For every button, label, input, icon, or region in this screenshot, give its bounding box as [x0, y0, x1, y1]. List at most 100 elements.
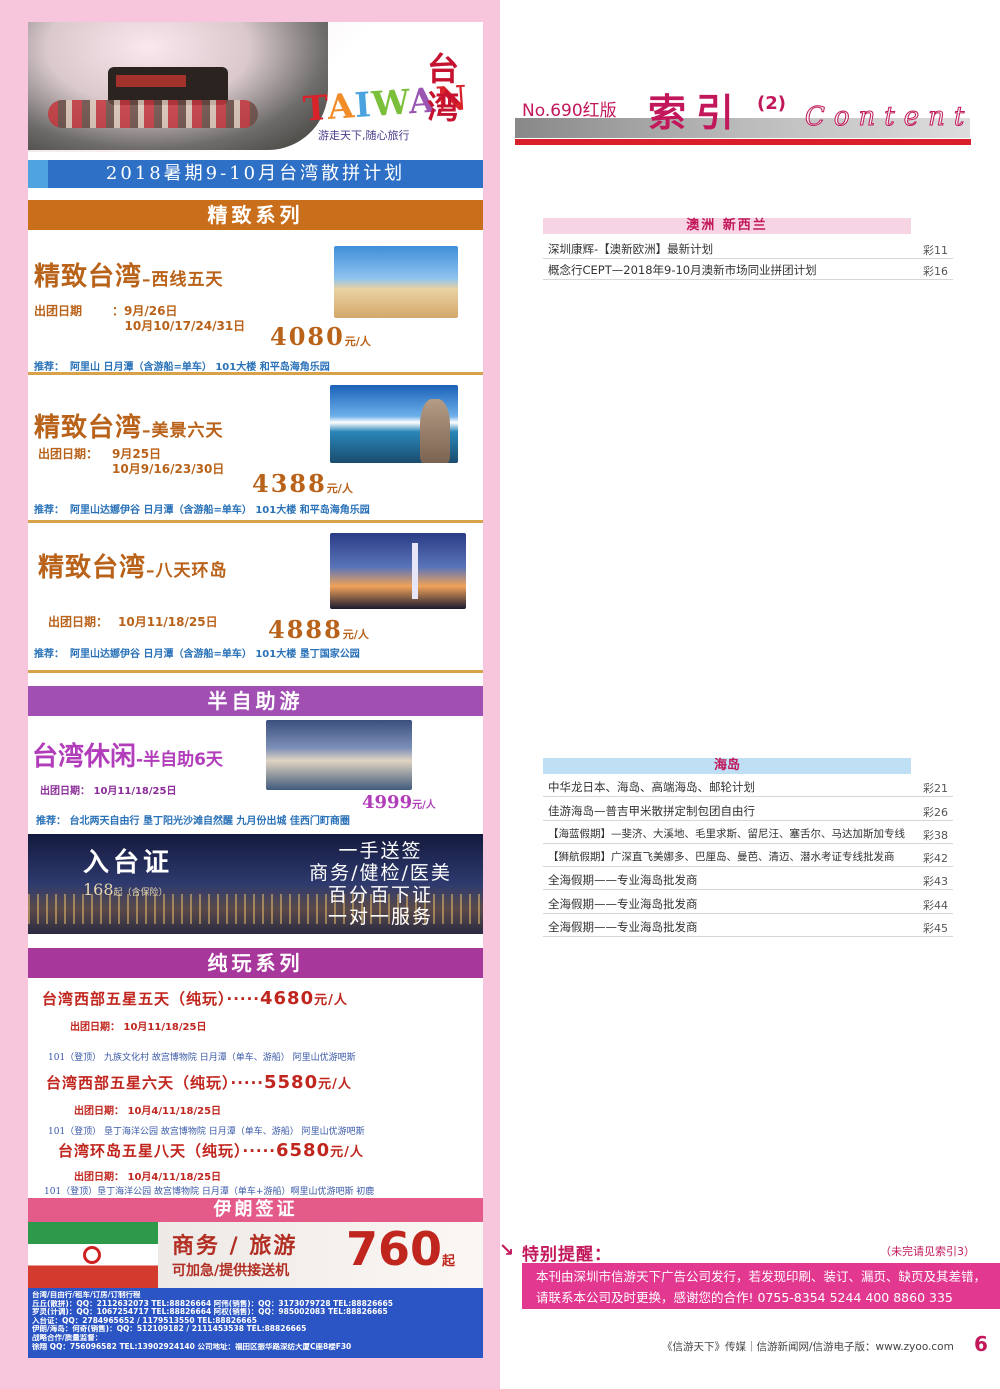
crowd-image: [48, 100, 258, 128]
tour-card-island-eight[interactable]: 精致台湾–八天环岛 出团日期： 10月11/18/25日 4888元/人 推荐：…: [28, 523, 483, 673]
iran-visa-offer[interactable]: 商务 / 旅游 可加急/提供接送机 760起: [158, 1222, 483, 1288]
contact-line: 罗灵(计调)：QQ：1067254717 TEL:88826664 阿权(销售)…: [32, 1308, 388, 1317]
tour-date-label: 出团日期：: [38, 447, 99, 461]
index-row[interactable]: 概念行CEPT—2018年9-10月澳新市场同业拼团计划 彩16: [543, 259, 953, 280]
permit-price: 168起（含保险）: [83, 880, 168, 899]
index-row-text: 全海假期——专业海岛批发商: [548, 873, 698, 887]
pure-tour-title[interactable]: 台湾西部五星五天（纯玩）·····4680元/人: [42, 988, 348, 1009]
notice-line: 本刊由深圳市信游天下广告公司发行，若发现印刷、装订、漏页、缺页及其差错，: [536, 1269, 987, 1284]
index-row-page: 彩42: [923, 852, 948, 865]
tour-card-scenic-six[interactable]: 精致台湾–美景六天 出团日期： 9月25日 10月9/16/23/30日 438…: [28, 375, 483, 523]
content-word: Content: [804, 102, 974, 133]
permit-title: 入台证: [83, 848, 174, 878]
leisure-dates: 出团日期： 10月11/18/25日: [40, 786, 177, 797]
index-title: 索引: [648, 91, 745, 135]
pure-tour-date: 出团日期： 10月11/18/25日: [70, 1022, 207, 1033]
beach-photo: [334, 246, 458, 318]
permit-service-line: 商务/健检/医美: [309, 862, 452, 884]
page-number: 6: [974, 1332, 988, 1356]
tour-card-leisure[interactable]: 台湾休闲-半自助6天 出团日期： 10月11/18/25日 4999元/人 推荐…: [28, 716, 483, 834]
index-row[interactable]: 全海假期——专业海岛批发商 彩44: [543, 893, 953, 914]
category-islands: 海岛: [543, 758, 911, 774]
index-row[interactable]: 全海假期——专业海岛批发商 彩43: [543, 869, 953, 890]
iran-visa-type: 商务 / 旅游: [172, 1234, 298, 1259]
permit-services: 一手送签 商务/健检/医美 百分百下证 一对一服务: [288, 840, 473, 928]
category-australia-nz: 澳洲 新西兰: [543, 218, 911, 234]
plan-title: 2018暑期9-10月台湾散拼计划: [28, 160, 483, 188]
contact-info: 台湾/自由行/租车/订房/订制行程 丘丘(散拼)：QQ：2112632073 T…: [28, 1288, 483, 1358]
index-row[interactable]: 深圳康辉-【澳新欧洲】最新计划 彩11: [543, 238, 953, 259]
pure-tour-route: 101（登顶）垦丁海洋公园 故宫博物院 日月潭（单车+游船）啊里山优游吧斯 初鹿: [44, 1187, 375, 1197]
index-row[interactable]: 佳游海岛—普吉甲米散拼定制包团自由行 彩26: [543, 800, 953, 821]
leisure-title: 台湾休闲-半自助6天: [32, 742, 223, 772]
index-row-text: 【海蓝假期】—斐济、大溪地、毛里求斯、留尼汪、塞舌尔、马达加斯加专线: [548, 828, 905, 840]
index-row[interactable]: 【狮航假期】广深直飞美娜多、巴厘岛、曼芭、清迈、潜水考证专线批发商 彩42: [543, 846, 953, 867]
pure-tour-route: 101（登顶） 垦丁海洋公园 故宫博物院 日月潭（单车、游船） 阿里山优游吧斯: [48, 1127, 365, 1137]
cherry-blossom-train-photo: [28, 22, 328, 150]
tour-date-label: 出团日期: [34, 304, 83, 318]
tour-recommend: 推荐： 阿里山 日月潭（含游船=单车） 101大楼 和平岛海角乐园: [34, 362, 330, 373]
pure-tour-title[interactable]: 台湾西部五星六天（纯玩）·····5580元/人: [46, 1072, 352, 1093]
iran-visa-price: 760起: [346, 1222, 456, 1276]
tour-card-west-five[interactable]: 精致台湾–西线五天 出团日期 ：9月/26日 10月10/17/24/31日 4…: [28, 232, 483, 375]
iran-visa-extra: 可加急/提供接送机: [172, 1263, 290, 1279]
index-row-page: 彩43: [923, 875, 948, 888]
pure-tour-title[interactable]: 台湾环岛五星八天（纯玩）·····6580元/人: [58, 1140, 364, 1161]
tour-recommend: 推荐： 阿里山达娜伊谷 日月潭（含游船=单车） 101大楼 垦丁国家公园: [34, 649, 360, 660]
index-row-text: 佳游海岛—普吉甲米散拼定制包团自由行: [548, 804, 755, 818]
tour-title: 精致台湾–西线五天: [34, 262, 224, 292]
contact-line: 战略合作/质量监督：: [32, 1333, 103, 1342]
pure-tour-date: 出团日期： 10月4/11/18/25日: [74, 1106, 222, 1117]
notice-line: 请联系本公司及时更换，感谢您的合作! 0755-8354 5244 400 88…: [536, 1290, 953, 1305]
notice-box: 本刊由深圳市信游天下广告公司发行，若发现印刷、装订、漏页、缺页及其差错， 请联系…: [522, 1263, 1000, 1309]
index-row-text: 【狮航假期】广深直飞美娜多、巴厘岛、曼芭、清迈、潜水考证专线批发商: [548, 851, 895, 863]
tour-date-label: 出团日期：: [48, 615, 109, 629]
leisure-price: 4999元/人: [362, 792, 436, 813]
index-row-text: 中华龙日本、海岛、高端海岛、邮轮计划: [548, 780, 755, 794]
logo-slogan: 游走天下,随心旅行: [318, 129, 410, 142]
iran-emblem-icon: [83, 1246, 101, 1264]
index-row-page: 彩11: [923, 244, 948, 257]
tour-title: 精致台湾–八天环岛: [38, 553, 228, 583]
permit-service-line: 一对一服务: [327, 906, 433, 928]
pure-tour-date: 出团日期： 10月4/11/18/25日: [74, 1172, 222, 1183]
sunset-lake-photo: [266, 720, 412, 790]
permit-service-line: 一手送签: [338, 840, 423, 862]
contact-line: 伊朗/海岛：何奇(销售)：QQ：512109182 / 2111453538 T…: [32, 1325, 307, 1334]
index-row[interactable]: 中华龙日本、海岛、高端海岛、邮轮计划 彩21: [543, 776, 953, 797]
taiwan-entry-permit-banner[interactable]: 入台证 168起（含保险） 一手送签 商务/健检/医美 百分百下证 一对一服务: [28, 834, 483, 934]
notice-continued: （未完请见索引3）: [880, 1245, 975, 1258]
notice-arrow-icon: ↘: [499, 1240, 515, 1261]
index-row-text: 全海假期——专业海岛批发商: [548, 920, 698, 934]
index-row[interactable]: 全海假期——专业海岛批发商 彩45: [543, 916, 953, 937]
index-row-text: 深圳康辉-【澳新欧洲】最新计划: [548, 242, 714, 256]
index-row-page: 彩16: [923, 265, 948, 278]
index-row-page: 彩26: [923, 806, 948, 819]
tour-price: 4080元/人: [270, 322, 371, 351]
index-header-rule: [515, 139, 971, 145]
issue-number: No.690红版: [522, 101, 617, 121]
pure-tour-route: 101（登顶） 九族文化村 故宫博物院 日月潭（单车、游船） 阿里山优游吧斯: [48, 1053, 356, 1063]
contact-line: 丘丘(散拼)：QQ：2112632073 TEL:88826664 阿伟(销售)…: [32, 1299, 393, 1308]
iran-flag-image: [28, 1222, 158, 1288]
header-banner: TAIWAN 台湾 游走天下,随心旅行: [28, 22, 483, 152]
rock-photo: [420, 399, 450, 463]
permit-service-line: 百分百下证: [327, 884, 433, 906]
footer-credit: 《信游天下》传媒｜信游新闻网/信游电子版：www.zyoo.com: [662, 1341, 954, 1353]
leisure-recommend: 推荐： 台北两天自由行 垦丁阳光沙滩自然醒 九月份出城 佳西门町商圈: [36, 816, 350, 827]
taiwan-advert: TAIWAN 台湾 游走天下,随心旅行 2018暑期9-10月台湾散拼计划 精致…: [28, 22, 483, 1358]
tour-price: 4388元/人: [252, 469, 353, 498]
index-row-page: 彩38: [923, 829, 948, 842]
tour-dates: ：9月/26日 10月10/17/24/31日: [112, 304, 246, 333]
notice-title: 特别提醒：: [522, 1245, 612, 1265]
pure-tour-list: 台湾西部五星五天（纯玩）·····4680元/人 出团日期： 10月11/18/…: [28, 978, 483, 1198]
index-row-page: 彩44: [923, 899, 948, 912]
series-header-semi: 半自助游: [28, 686, 483, 716]
index-part: (2): [757, 93, 786, 114]
taiwan-logo-chinese: 台湾: [426, 50, 459, 126]
index-row-page: 彩21: [923, 782, 948, 795]
series-header-jingzhi: 精致系列: [28, 200, 483, 230]
taipei-101-tower: [412, 543, 418, 599]
iran-visa-header: 伊朗签证: [28, 1198, 483, 1222]
index-row[interactable]: 【海蓝假期】—斐济、大溪地、毛里求斯、留尼汪、塞舌尔、马达加斯加专线 彩38: [543, 823, 953, 844]
